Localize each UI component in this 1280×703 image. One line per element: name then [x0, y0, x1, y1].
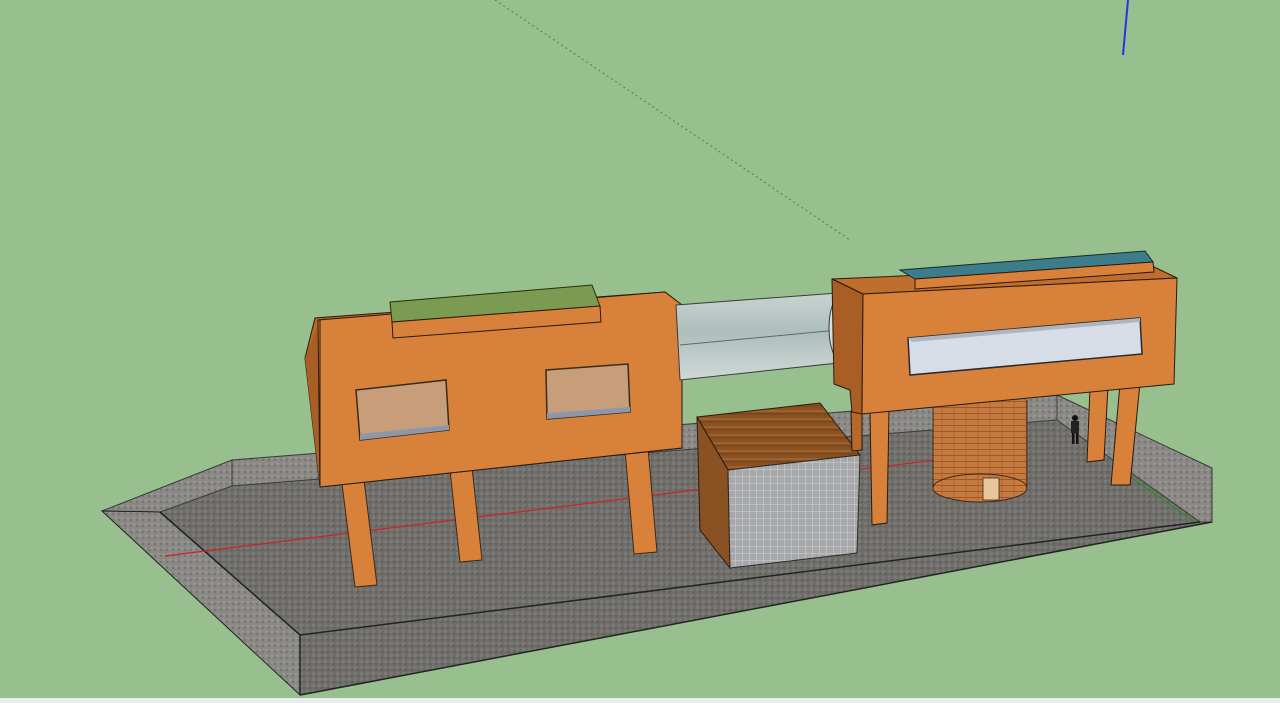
wooden-cube[interactable]	[696, 402, 861, 570]
blue-axis-line	[1122, 0, 1129, 56]
green-axis-line	[494, 0, 851, 241]
silo-door	[982, 477, 1000, 501]
glass-tube-bridge[interactable]	[675, 292, 858, 381]
status-bar	[0, 698, 1280, 703]
brick-cylinder-silo[interactable]	[932, 400, 1028, 503]
model-viewport[interactable]	[0, 0, 1280, 703]
